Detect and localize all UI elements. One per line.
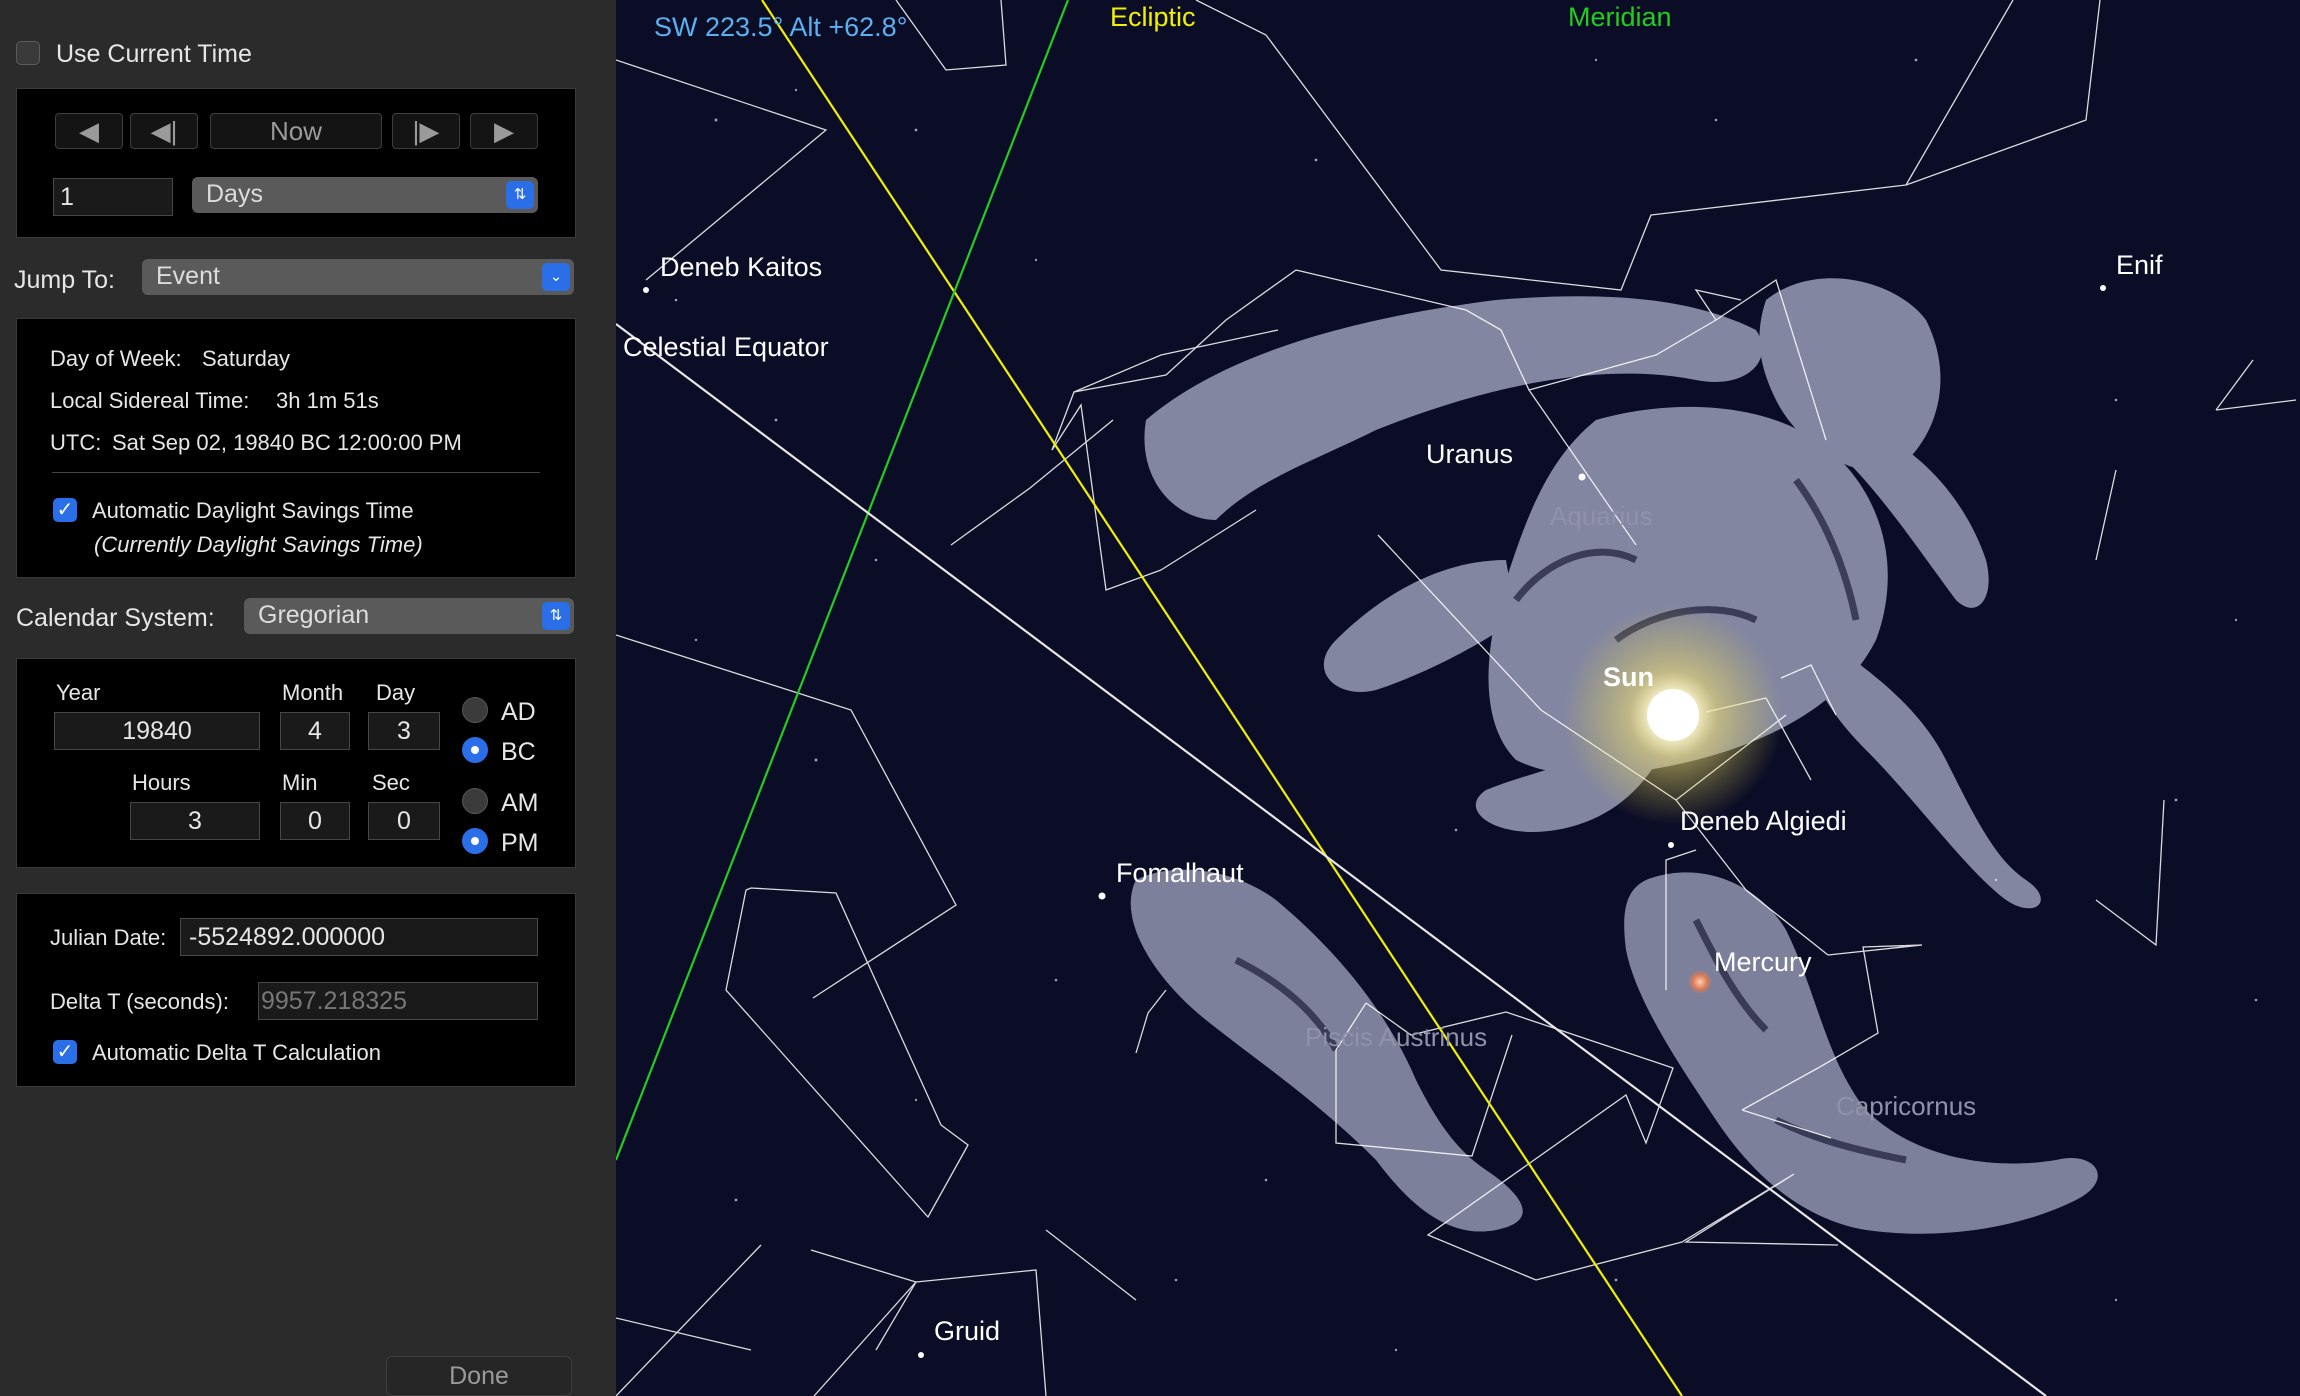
jump-to-label: Jump To: [14,266,115,294]
step-unit-value: Days [206,180,263,208]
capricornus-artwork [1624,872,2098,1234]
julian-date-input[interactable]: -5524892.000000 [180,918,538,956]
step-back-button[interactable]: ◀| [130,113,198,149]
am-label: AM [501,789,539,817]
ad-radio[interactable] [462,697,488,723]
sky-chart[interactable] [616,0,2300,1396]
sun-icon[interactable] [1647,689,1699,741]
constellation-label-aquarius: Aquarius [1550,501,1653,531]
bc-radio[interactable] [462,737,488,763]
star-label-gruid: Gruid [934,1316,1001,1346]
dst-status-text: (Currently Daylight Savings Time) [94,532,423,557]
mercury-icon[interactable] [1688,970,1712,994]
step-back-fast-button[interactable]: ◀ [55,113,123,149]
step-forward-fast-button[interactable]: ▶ [470,113,538,149]
hours-label: Hours [132,770,191,795]
lst-label: Local Sidereal Time: [50,388,250,413]
chevron-down-icon: ⌄ [542,263,570,291]
day-label: Day [376,680,416,705]
orientation-readout: SW 223.5° Alt +62.8° [654,12,908,42]
hours-input[interactable]: 3 [130,802,260,840]
auto-dst-label: Automatic Daylight Savings Time [92,498,414,523]
time-settings-sidebar: Use Current Time ◀ ◀| Now |▶ ▶ 1 Days ⇅ … [0,0,616,1396]
utc-label: UTC: [50,430,102,455]
month-input[interactable]: 4 [280,712,350,750]
step-forward-button[interactable]: |▶ [392,113,460,149]
sec-label: Sec [372,770,410,795]
pm-label: PM [501,829,539,857]
day-input[interactable]: 3 [368,712,440,750]
step-amount-input[interactable]: 1 [53,178,173,216]
use-current-time-checkbox[interactable] [16,41,40,65]
day-of-week-value: Saturday [202,346,291,371]
month-label: Month [282,680,344,705]
use-current-time-label: Use Current Time [56,40,252,68]
calendar-system-value: Gregorian [258,601,370,629]
year-label: Year [56,680,101,705]
calendar-system-label: Calendar System: [16,604,215,632]
bc-label: BC [501,738,536,766]
meridian-line [616,0,1070,1161]
star-label-fomalhaut: Fomalhaut [1116,858,1244,888]
delta-t-label: Delta T (seconds): [50,989,229,1014]
auto-delta-t-checkbox[interactable]: ✓ [53,1040,77,1064]
lst-value: 3h 1m 51s [276,388,379,413]
auto-dst-checkbox[interactable]: ✓ [53,498,77,522]
planet-label-mercury: Mercury [1714,947,1812,977]
star-label-enif: Enif [2116,250,2163,280]
done-button[interactable]: Done [386,1356,572,1396]
updown-chevron-icon: ⇅ [542,602,570,630]
constellation-label-capricornus: Capricornus [1836,1091,1977,1121]
step-unit-select[interactable]: Days ⇅ [192,177,538,213]
updown-chevron-icon: ⇅ [506,181,534,209]
jump-to-value: Event [156,262,220,290]
delta-t-input[interactable]: 9957.218325 [258,982,538,1020]
planet-label-uranus: Uranus [1426,439,1514,469]
am-radio[interactable] [462,788,488,814]
calendar-system-select[interactable]: Gregorian ⇅ [244,598,574,634]
min-label: Min [282,770,318,795]
meridian-label: Meridian [1568,2,1672,32]
celestial-equator-label: Celestial Equator [623,332,829,362]
planet-label-sun: Sun [1603,662,1654,692]
ecliptic-label: Ecliptic [1110,2,1196,32]
year-input[interactable]: 19840 [54,712,260,750]
auto-delta-t-label: Automatic Delta T Calculation [92,1040,381,1065]
pm-radio[interactable] [462,828,488,854]
day-of-week-label: Day of Week: [50,346,182,371]
sec-input[interactable]: 0 [368,802,440,840]
sky-view[interactable]: SW 223.5° Alt +62.8° Ecliptic Meridian C… [616,0,2300,1396]
uranus-icon[interactable] [1578,473,1586,481]
jump-to-select[interactable]: Event ⌄ [142,259,574,295]
star-label-deneb-algiedi: Deneb Algiedi [1680,806,1847,836]
utc-value: Sat Sep 02, 19840 BC 12:00:00 PM [112,430,462,455]
star-label-deneb-kaitos: Deneb Kaitos [660,252,823,282]
julian-date-label: Julian Date: [50,925,167,950]
ad-label: AD [501,698,536,726]
info-divider [52,472,540,473]
constellation-label-piscis-austrinus: Piscis Austrinus [1305,1022,1488,1052]
now-button[interactable]: Now [210,113,382,149]
min-input[interactable]: 0 [280,802,350,840]
